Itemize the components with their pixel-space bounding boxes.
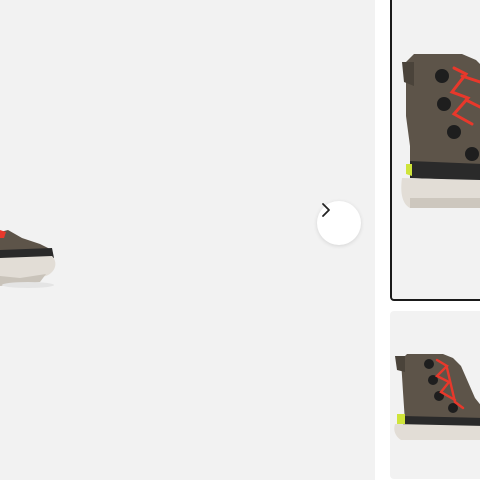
chevron-right-icon	[322, 203, 330, 217]
boot-image	[394, 354, 480, 440]
thumbnail-2[interactable]	[390, 311, 480, 479]
thumbnail-strip	[390, 0, 480, 480]
boot-image	[401, 54, 480, 208]
boot-image	[0, 230, 56, 288]
product-gallery	[0, 0, 480, 480]
main-product-image[interactable]	[0, 0, 375, 480]
next-image-button[interactable]	[317, 201, 361, 245]
thumbnail-1[interactable]	[390, 0, 480, 301]
